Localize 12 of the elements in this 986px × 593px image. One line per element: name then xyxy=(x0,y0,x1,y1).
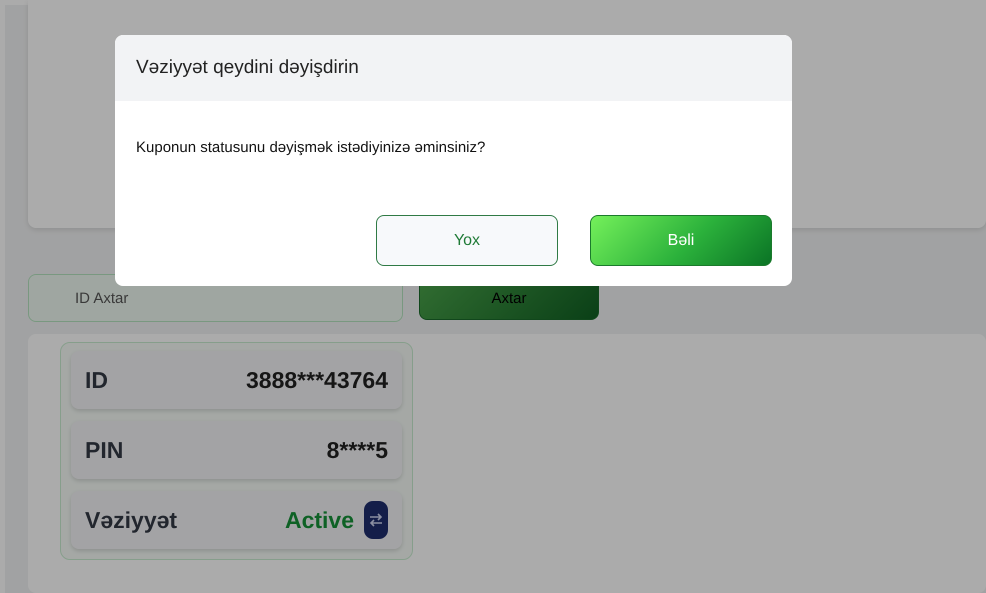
row-label: ID xyxy=(85,366,108,394)
row-label: PIN xyxy=(85,436,124,464)
dialog-message: Kuponun statusunu dəyişmək istədiyinizə əminsiniz? xyxy=(136,139,486,156)
row-value: 3888***43764 xyxy=(246,366,388,394)
row-label: Vəziyyət xyxy=(85,506,178,534)
cancel-button[interactable]: Yox xyxy=(376,215,558,266)
swap-icon xyxy=(369,512,383,528)
dialog-title: Vəziyyət qeydini dəyişdirin xyxy=(136,57,359,79)
swap-button[interactable] xyxy=(364,501,388,539)
status-value: Active xyxy=(284,506,354,534)
confirm-button[interactable]: Bəli xyxy=(590,215,772,266)
row-value: 8****5 xyxy=(326,436,388,464)
